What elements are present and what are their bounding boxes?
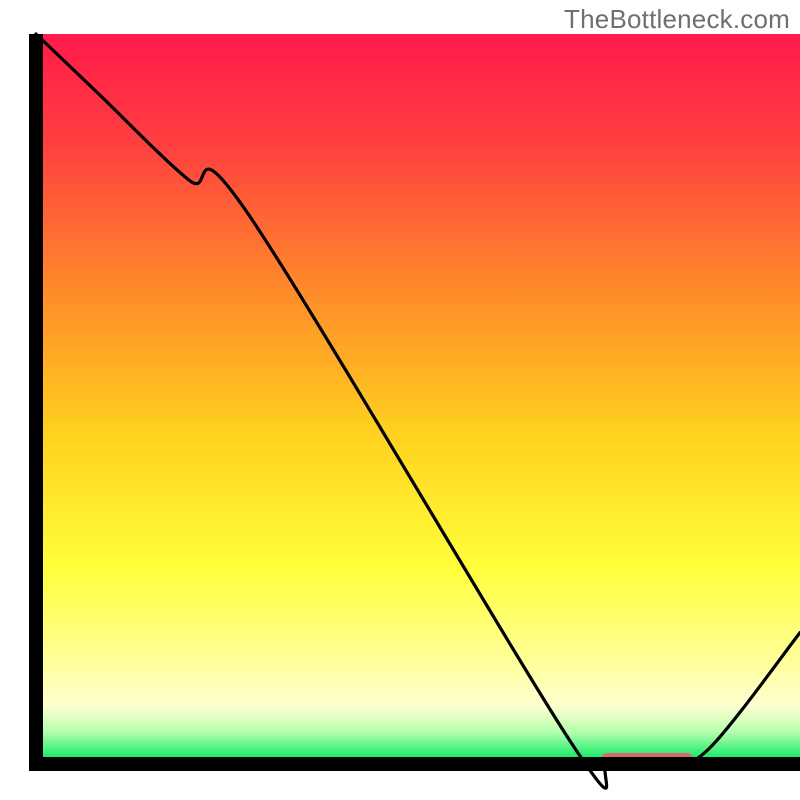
chart-stage: TheBottleneck.com (0, 0, 800, 800)
bottleneck-chart (0, 0, 800, 800)
watermark-text: TheBottleneck.com (564, 4, 790, 35)
